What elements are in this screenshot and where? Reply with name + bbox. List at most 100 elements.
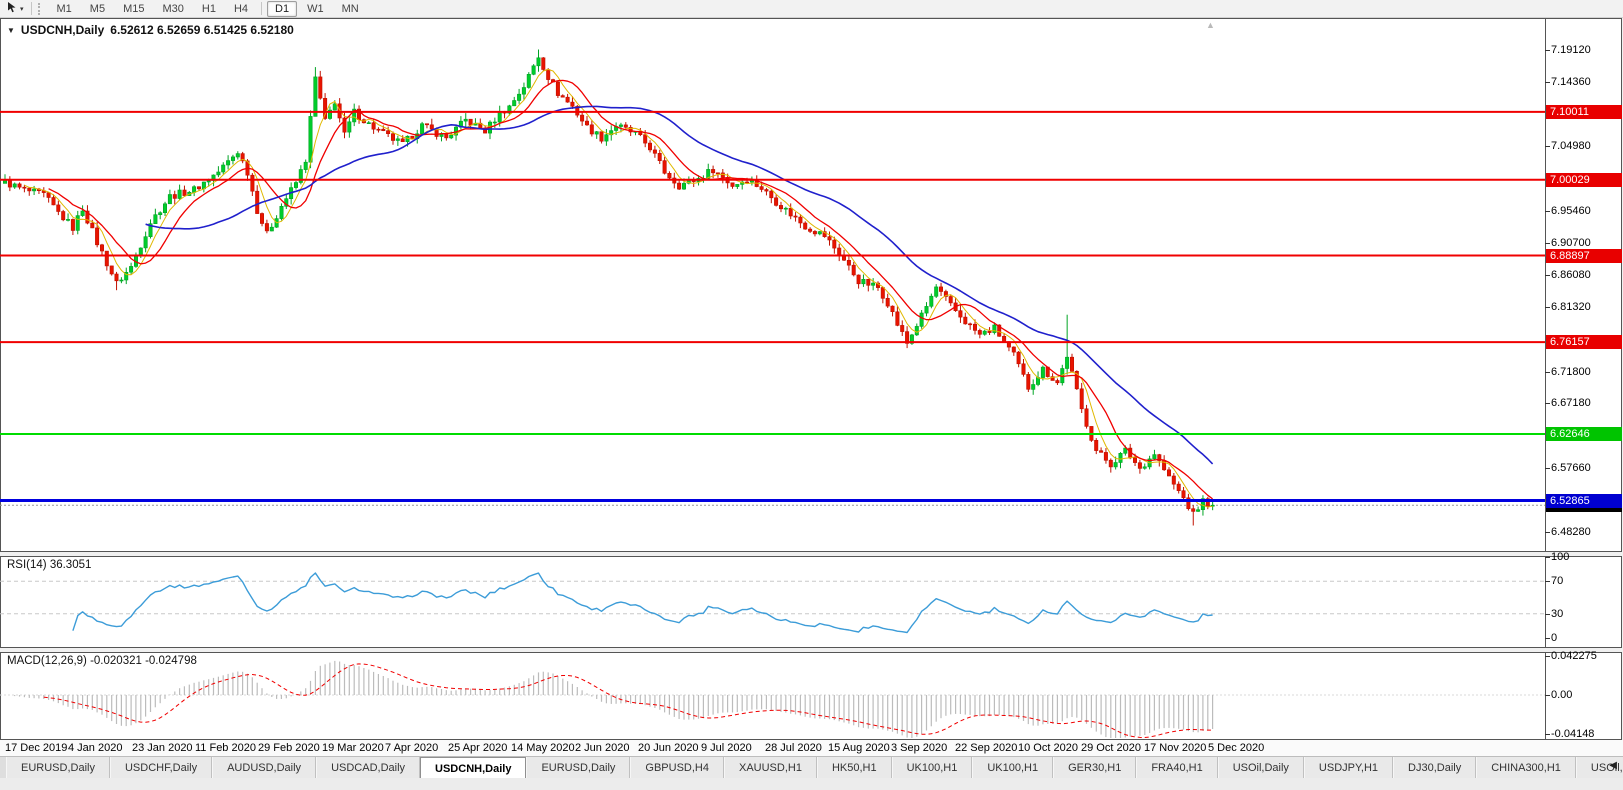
price-tick-label: 7.04980 — [1551, 140, 1591, 152]
chart-title: ▼ USDCNH,Daily 6.52612 6.52659 6.51425 6… — [7, 23, 294, 37]
chart-tab-audusd-daily[interactable]: AUDUSD,Daily — [212, 757, 317, 779]
level-price-label: 7.10011 — [1546, 105, 1622, 119]
time-axis-label: 19 Mar 2020 — [322, 742, 384, 754]
timeframe-button-h4[interactable]: H4 — [226, 1, 256, 17]
rsi-tick-label: 100 — [1551, 551, 1570, 563]
toolbar-separator — [261, 2, 263, 15]
chart-tab-uk100-h1[interactable]: UK100,H1 — [972, 757, 1054, 779]
time-axis[interactable]: 17 Dec 2019 4 Jan 2020 23 Jan 2020 11 Feb 2… — [0, 740, 1623, 756]
timeframe-button-m30[interactable]: M30 — [154, 1, 191, 17]
time-axis-label: 17 Nov 2020 — [1144, 742, 1207, 754]
price-tick-label: 6.86080 — [1551, 269, 1591, 281]
toolbar-grip[interactable] — [37, 2, 43, 15]
macd-tick-label: 0.042275 — [1551, 650, 1597, 662]
chart-tab-china300-h1[interactable]: CHINA300,H1 — [1476, 757, 1576, 779]
timeframe-button-mn[interactable]: MN — [334, 1, 367, 17]
mt4-window: ▾ M1 M5 M15 M30 H1 H4 D1 W1 MN ▼ USDCNH,Daily 6.… — [0, 0, 1623, 790]
price-tick-label: 6.57660 — [1551, 462, 1591, 474]
chart-tab-usoil-daily[interactable]: USOil,Daily — [1217, 757, 1304, 779]
time-axis-label: 14 May 2020 — [511, 742, 575, 754]
axis-tick — [1545, 581, 1550, 582]
price-tick-label: 7.19120 — [1551, 44, 1591, 56]
time-axis-label: 17 Dec 2019 — [5, 742, 68, 754]
axis-line — [1545, 557, 1546, 647]
axis-tick — [1545, 82, 1550, 83]
chart-tab-gbpusd-h4[interactable]: GBPUSD,H4 — [630, 757, 724, 779]
chart-tab-usdcnh-daily[interactable]: USDCNH,Daily — [420, 757, 527, 779]
rsi-tick-label: 30 — [1551, 608, 1564, 620]
axis-line — [1545, 19, 1546, 551]
time-axis-label: 9 Jul 2020 — [701, 742, 752, 754]
axis-tick — [1545, 638, 1550, 639]
cursor-tool-button[interactable]: ▾ — [3, 1, 27, 16]
timeframe-button-m1[interactable]: M1 — [49, 1, 80, 17]
time-axis-label: 20 Jun 2020 — [638, 742, 699, 754]
timeframe-button-group: M1 M5 M15 M30 H1 H4 D1 W1 MN — [48, 0, 368, 17]
axis-tick — [1545, 695, 1550, 696]
chart-tab-xauusd-h1[interactable]: XAUUSD,H1 — [723, 757, 817, 779]
time-axis-label: 3 Sep 2020 — [891, 742, 948, 754]
level-price-label: 7.00029 — [1546, 173, 1622, 187]
axis-tick — [1545, 243, 1550, 244]
chart-tabs: EURUSD,Daily USDCHF,Daily AUDUSD,Daily USDC… — [0, 756, 1623, 779]
chevron-down-icon[interactable]: ▾ — [20, 5, 24, 13]
price-tick-label: 6.48280 — [1551, 526, 1591, 538]
chart-tab-usdchf-daily[interactable]: USDCHF,Daily — [109, 757, 213, 779]
axis-tick — [1545, 275, 1550, 276]
time-axis-label: 10 Oct 2020 — [1018, 742, 1078, 754]
axis-tick — [1545, 656, 1550, 657]
scroll-to-latest-icon[interactable]: ▲ — [1206, 20, 1215, 30]
time-axis-label: 22 Sep 2020 — [955, 742, 1018, 754]
axis-tick — [1545, 734, 1550, 735]
level-price-label: 6.62646 — [1546, 427, 1622, 441]
axis-tick — [1545, 211, 1550, 212]
time-axis-label: 29 Oct 2020 — [1081, 742, 1141, 754]
price-tick-label: 7.14360 — [1551, 76, 1591, 88]
timeframe-button-m15[interactable]: M15 — [115, 1, 152, 17]
price-tick-label: 6.90700 — [1551, 237, 1591, 249]
axis-tick — [1545, 372, 1550, 373]
price-chart-canvas[interactable] — [0, 19, 1623, 551]
chart-tab-dj30-daily[interactable]: DJ30,Daily — [1393, 757, 1477, 779]
timeframe-button-d1[interactable]: D1 — [267, 0, 298, 17]
status-strip — [0, 778, 1623, 790]
time-axis-label: 15 Aug 2020 — [828, 742, 890, 754]
axis-tick — [1545, 557, 1550, 558]
timeframe-button-m5[interactable]: M5 — [82, 1, 113, 17]
toolbar-separator — [30, 2, 32, 15]
chart-tab-usdjpy-h1[interactable]: USDJPY,H1 — [1303, 757, 1394, 779]
rsi-tick-label: 0 — [1551, 632, 1558, 644]
chart-tab-uk100-h1[interactable]: UK100,H1 — [891, 757, 973, 779]
macd-canvas[interactable] — [0, 653, 1623, 739]
chart-tab-ger30-h1[interactable]: GER30,H1 — [1053, 757, 1137, 779]
axis-tick — [1545, 307, 1550, 308]
axis-tick — [1545, 468, 1550, 469]
level-price-label: 6.76157 — [1546, 335, 1622, 349]
level-price-label: 6.52865 — [1546, 494, 1622, 508]
timeframe-button-h1[interactable]: H1 — [194, 1, 224, 17]
price-tick-label: 6.67180 — [1551, 397, 1591, 409]
chart-collapse-icon[interactable]: ▼ — [7, 26, 15, 35]
time-axis-label: 11 Feb 2020 — [195, 742, 256, 754]
chart-tab-eurusd-daily[interactable]: EURUSD,Daily — [526, 757, 631, 779]
axis-tick — [1545, 50, 1550, 51]
time-axis-label: 28 Jul 2020 — [765, 742, 822, 754]
cursor-arrow-icon — [6, 0, 18, 18]
macd-tick-label: 0.00 — [1551, 689, 1573, 701]
timeframe-button-w1[interactable]: W1 — [299, 1, 332, 17]
price-tick-label: 6.81320 — [1551, 301, 1591, 313]
chart-tab-fra40-h1[interactable]: FRA40,H1 — [1136, 757, 1218, 779]
top-toolbar: ▾ M1 M5 M15 M30 H1 H4 D1 W1 MN — [0, 0, 1623, 18]
tabs-scroll-left-icon[interactable]: ◀ — [1605, 758, 1621, 773]
chart-ohlc-values: 6.52612 6.52659 6.51425 6.52180 — [110, 23, 294, 37]
rsi-canvas[interactable] — [0, 557, 1623, 647]
time-axis-label: 23 Jan 2020 — [132, 742, 193, 754]
rsi-tick-label: 70 — [1551, 575, 1564, 587]
price-tick-label: 6.71800 — [1551, 366, 1591, 378]
chart-tab-eurusd-daily[interactable]: EURUSD,Daily — [6, 757, 110, 779]
axis-tick — [1545, 146, 1550, 147]
chart-tab-hk50-h1[interactable]: HK50,H1 — [816, 757, 892, 779]
chart-tab-usdcad-daily[interactable]: USDCAD,Daily — [316, 757, 421, 779]
axis-tick — [1545, 532, 1550, 533]
axis-tick — [1545, 403, 1550, 404]
